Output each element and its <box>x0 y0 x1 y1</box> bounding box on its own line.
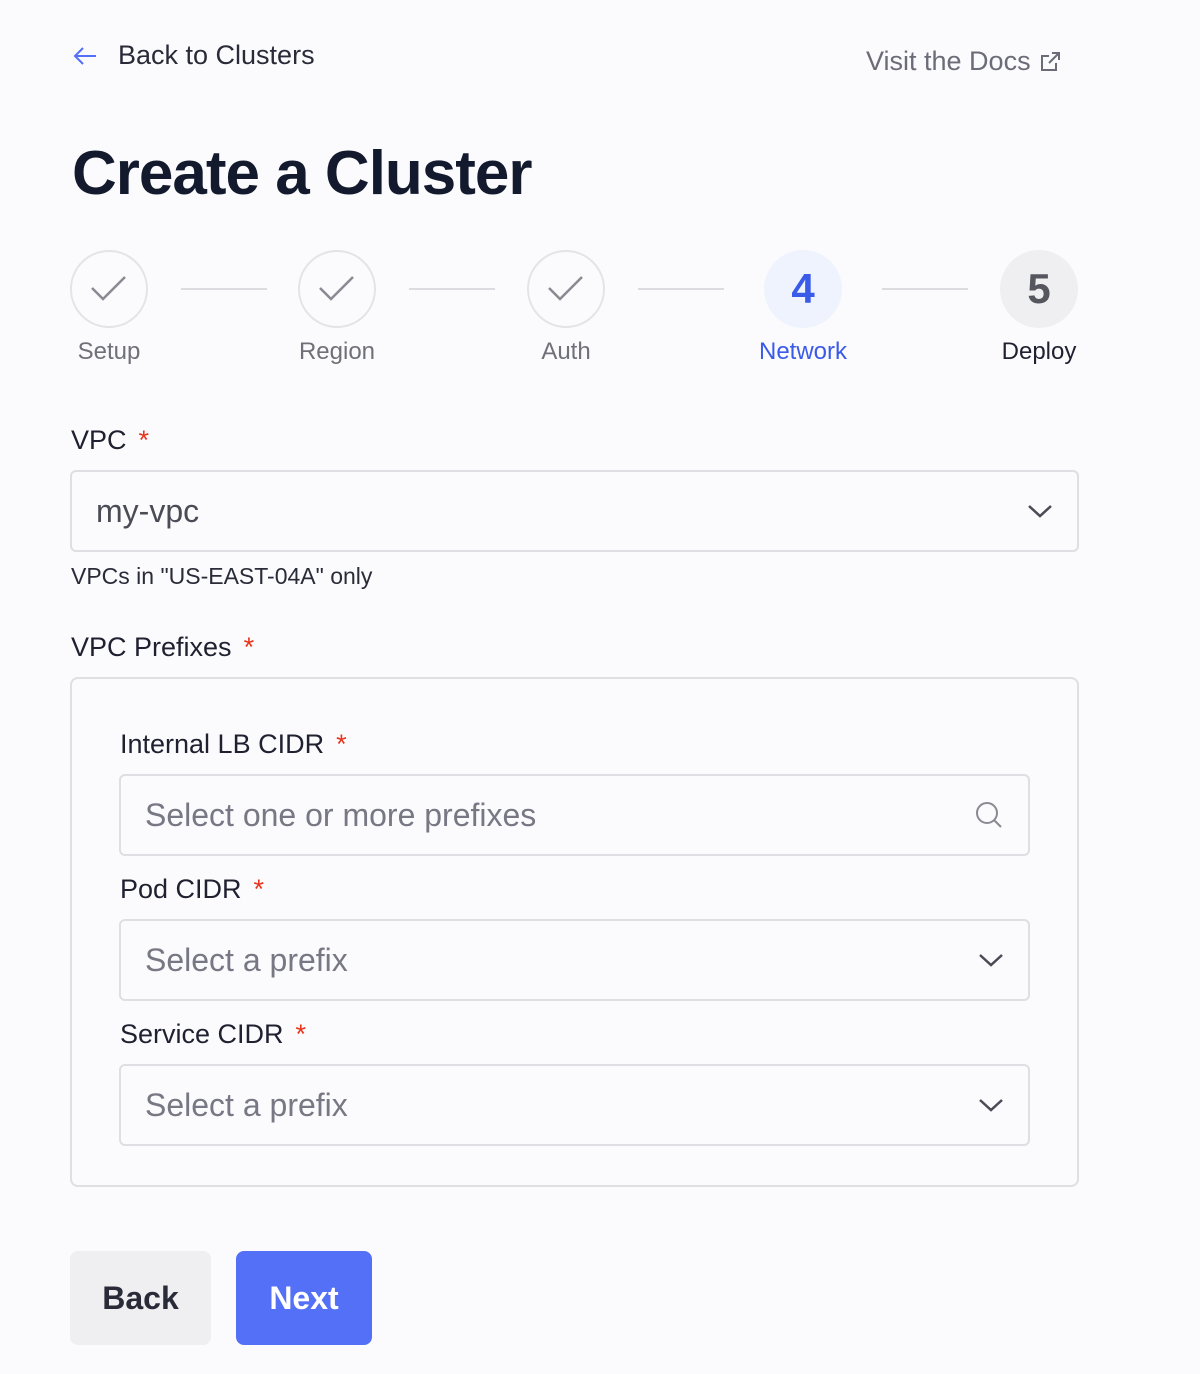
check-icon <box>548 276 583 301</box>
step-connector <box>638 288 724 290</box>
required-marker: * <box>336 729 347 759</box>
page-title: Create a Cluster <box>72 139 533 208</box>
search-icon <box>976 802 1002 828</box>
chevron-down-icon <box>1028 505 1052 518</box>
visit-docs-label: Visit the Docs <box>866 46 1031 76</box>
vpc-help-text: VPCs in "US-EAST-04A" only <box>71 563 373 589</box>
step-region <box>298 250 376 328</box>
next-button[interactable]: Next <box>236 1251 372 1345</box>
step-connector <box>181 288 267 290</box>
check-icon <box>91 276 126 301</box>
step-deploy: 5 <box>1000 250 1078 328</box>
vpc-select[interactable]: my-vpc <box>70 470 1079 552</box>
step-label: Region <box>298 338 376 365</box>
required-marker: * <box>138 425 150 455</box>
internal-lb-input[interactable]: Select one or more prefixes <box>119 774 1030 856</box>
service-cidr-select[interactable]: Select a prefix <box>119 1064 1030 1146</box>
arrow-left-icon <box>73 46 96 65</box>
external-link-icon <box>1040 51 1060 71</box>
step-label: Network <box>758 338 848 365</box>
visit-docs-link[interactable]: Visit the Docs <box>866 46 1061 77</box>
step-label: Setup <box>77 338 141 365</box>
vpc-prefixes-label: VPC Prefixes * <box>71 632 255 662</box>
step-auth <box>527 250 605 328</box>
check-icon <box>319 276 354 301</box>
vpc-value: my-vpc <box>96 492 200 529</box>
chevron-down-icon <box>979 1099 1003 1112</box>
required-marker: * <box>253 874 265 904</box>
back-to-clusters-label: Back to Clusters <box>118 40 315 70</box>
step-connector <box>409 288 495 290</box>
service-cidr-label: Service CIDR * <box>120 1019 307 1049</box>
pod-cidr-label: Pod CIDR * <box>120 874 265 904</box>
back-to-clusters-link[interactable]: Back to Clusters <box>72 40 315 71</box>
step-setup <box>70 250 148 328</box>
pod-cidr-placeholder: Select a prefix <box>145 941 348 978</box>
chevron-down-icon <box>979 954 1003 967</box>
pod-cidr-select[interactable]: Select a prefix <box>119 919 1030 1001</box>
step-network: 4 <box>764 250 842 328</box>
step-label: Deploy <box>1001 338 1077 365</box>
back-button[interactable]: Back <box>70 1251 211 1345</box>
vpc-label: VPC * <box>71 425 150 455</box>
service-cidr-placeholder: Select a prefix <box>145 1086 348 1123</box>
step-label: Auth <box>541 338 591 365</box>
required-marker: * <box>295 1019 307 1049</box>
required-marker: * <box>243 632 255 662</box>
internal-lb-placeholder: Select one or more prefixes <box>145 796 537 833</box>
internal-lb-label: Internal LB CIDR * <box>120 729 347 759</box>
step-connector <box>882 288 968 290</box>
